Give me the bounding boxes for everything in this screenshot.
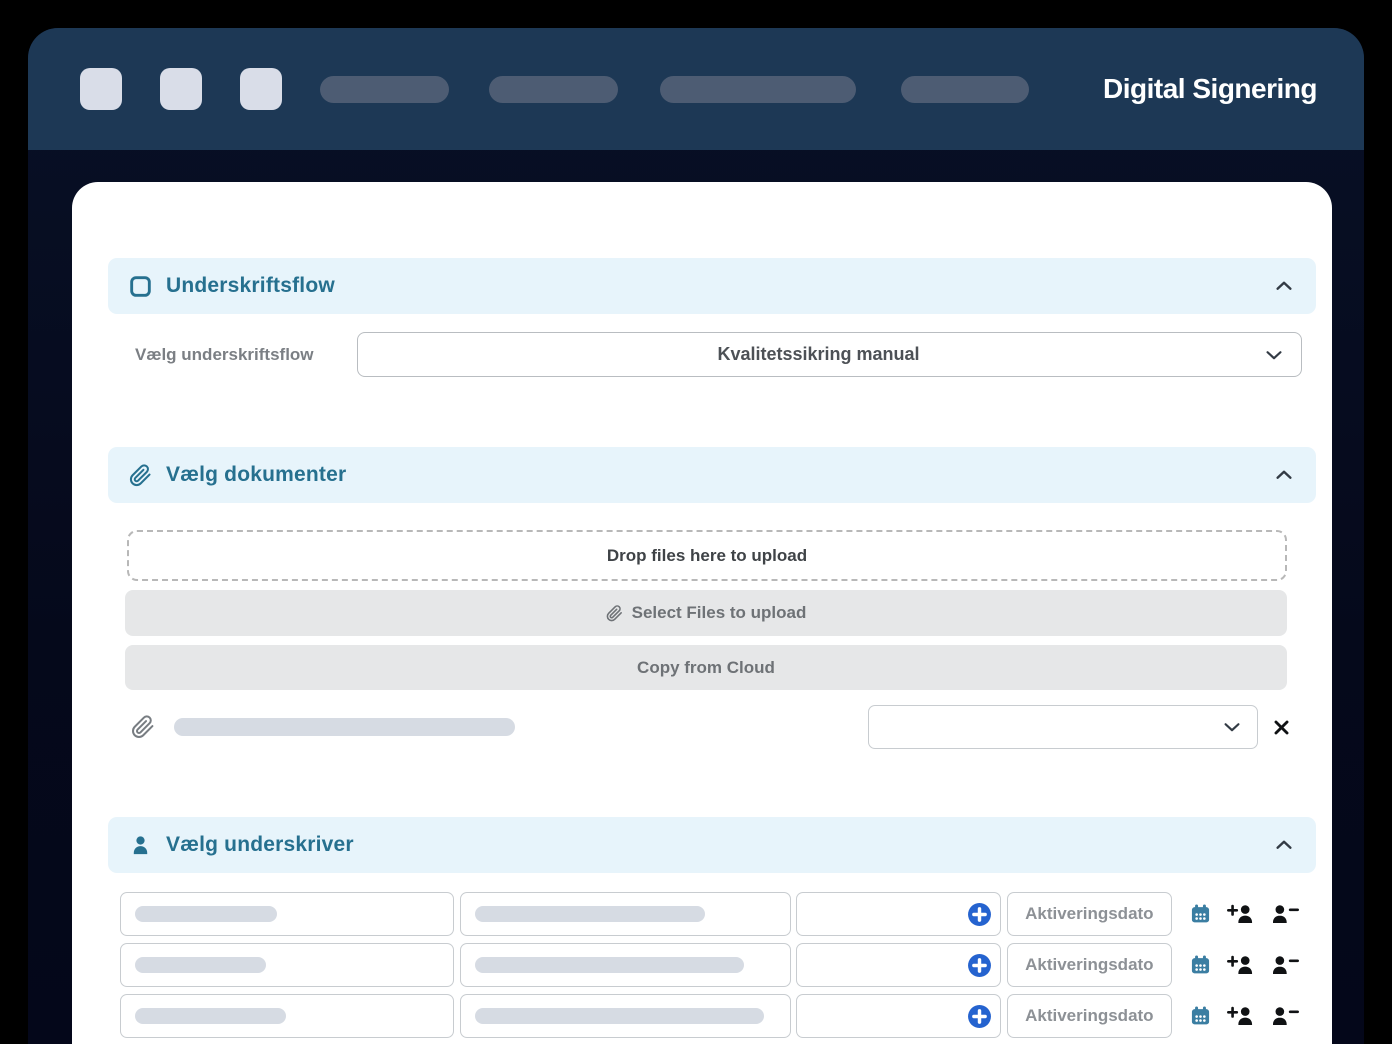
paperclip-icon (129, 463, 152, 487)
signer-email-input[interactable] (459, 994, 792, 1038)
activation-date-button[interactable]: Aktiveringsdato (1006, 892, 1172, 936)
person-icon (129, 834, 152, 857)
chevron-down-icon (1263, 344, 1285, 366)
signer-name-input[interactable] (120, 994, 454, 1038)
copy-from-cloud-button[interactable]: Copy from Cloud (125, 645, 1287, 690)
section-header-signers: Vælg underskriver (108, 817, 1316, 873)
nav-placeholder-square (80, 68, 122, 110)
calendar-icon[interactable] (1190, 903, 1211, 925)
section-header-documents: Vælg dokumenter (108, 447, 1316, 503)
chevron-down-icon (1221, 716, 1243, 738)
checkbox-outline-icon (129, 275, 152, 298)
calendar-icon[interactable] (1190, 1005, 1211, 1027)
input-placeholder (474, 1008, 764, 1024)
remove-file-icon[interactable] (1272, 718, 1291, 737)
browser-header: Digital Signering (28, 28, 1364, 150)
paperclip-icon (131, 715, 155, 739)
signer-email-input[interactable] (459, 892, 792, 936)
input-placeholder (135, 906, 277, 922)
browser-frame: Digital Signering Underskriftsflow Vælg … (28, 28, 1364, 1044)
signer-row: Aktiveringsdato (120, 994, 1300, 1038)
signer-name-input[interactable] (120, 943, 454, 987)
flow-dropdown-value: Kvalitetssikring manual (717, 344, 920, 364)
select-files-button[interactable]: Select Files to upload (125, 590, 1287, 636)
signer-row: Aktiveringsdato (120, 943, 1300, 987)
nav-placeholder-pill (660, 75, 856, 103)
plus-circle-icon[interactable] (967, 953, 992, 978)
signer-name-input[interactable] (120, 892, 454, 936)
activation-date-button[interactable]: Aktiveringsdato (1006, 943, 1172, 987)
plus-circle-icon[interactable] (967, 1004, 992, 1029)
uploaded-file-row (131, 705, 1291, 749)
nav-placeholder-pill (901, 75, 1029, 103)
input-placeholder (474, 957, 744, 973)
section-title-flow: Underskriftsflow (166, 274, 335, 297)
section-header-flow: Underskriftsflow (108, 258, 1316, 314)
dropzone-text: Drop files here to upload (606, 545, 808, 565)
activation-date-button[interactable]: Aktiveringsdato (1006, 994, 1172, 1038)
add-person-icon[interactable] (1226, 1004, 1256, 1028)
nav-placeholder-pill (320, 75, 449, 103)
flow-select-label: Vælg underskriftsflow (135, 344, 314, 364)
paperclip-icon (606, 604, 623, 622)
remove-person-icon[interactable] (1270, 902, 1300, 926)
nav-placeholder-pill (489, 75, 618, 103)
input-placeholder (474, 906, 705, 922)
input-placeholder (135, 957, 266, 973)
input-placeholder (135, 1008, 286, 1024)
flow-select-row: Vælg underskriftsflow Kvalitetssikring m… (135, 332, 1302, 377)
add-person-icon[interactable] (1226, 902, 1256, 926)
file-type-dropdown[interactable] (868, 705, 1258, 749)
main-card: Underskriftsflow Vælg underskriftsflow K… (72, 182, 1332, 1044)
signer-role-input[interactable] (796, 892, 1001, 936)
file-name-placeholder (174, 718, 515, 736)
signer-role-input[interactable] (796, 994, 1001, 1038)
app-title: Digital Signering (1103, 73, 1317, 104)
file-dropzone[interactable]: Drop files here to upload (127, 530, 1287, 581)
section-title-documents: Vælg dokumenter (166, 463, 347, 486)
remove-person-icon[interactable] (1270, 1004, 1300, 1028)
nav-placeholder-square (240, 68, 282, 110)
copy-cloud-label: Copy from Cloud (637, 657, 775, 677)
calendar-icon[interactable] (1190, 954, 1211, 976)
flow-dropdown[interactable]: Kvalitetssikring manual (357, 332, 1302, 377)
section-title-signers: Vælg underskriver (166, 833, 354, 856)
plus-circle-icon[interactable] (967, 902, 992, 927)
select-files-label: Select Files to upload (631, 603, 807, 622)
signer-row: Aktiveringsdato (120, 892, 1300, 936)
nav-placeholder-square (160, 68, 202, 110)
chevron-up-icon[interactable] (1273, 275, 1295, 297)
signer-email-input[interactable] (459, 943, 792, 987)
remove-person-icon[interactable] (1270, 953, 1300, 977)
chevron-up-icon[interactable] (1273, 834, 1295, 856)
signer-role-input[interactable] (796, 943, 1001, 987)
add-person-icon[interactable] (1226, 953, 1256, 977)
chevron-up-icon[interactable] (1273, 464, 1295, 486)
